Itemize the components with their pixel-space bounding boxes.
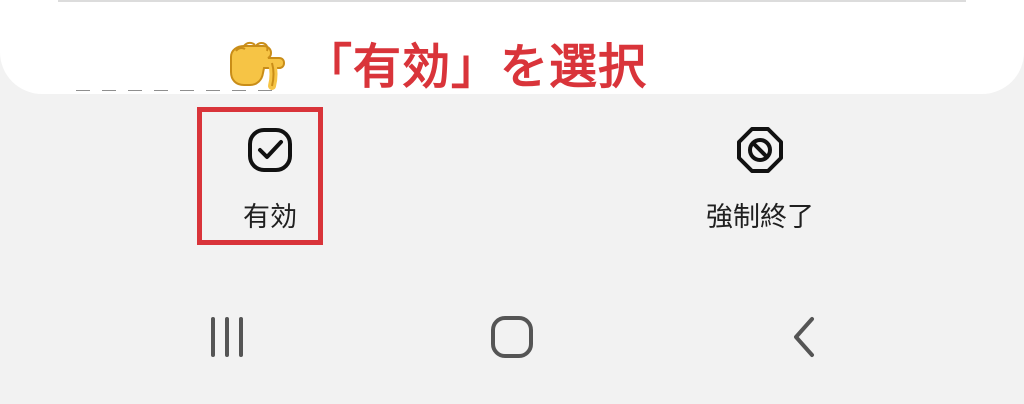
annotation-text: 「有効」を選択 (304, 39, 648, 95)
back-button[interactable] (760, 292, 850, 382)
recent-apps-icon (211, 317, 243, 357)
home-button[interactable] (467, 292, 557, 382)
block-icon (737, 127, 783, 173)
instruction-annotation: 「有効」を選択 (222, 36, 647, 98)
recent-apps-button[interactable] (182, 292, 272, 382)
enable-button-label: 有効 (243, 202, 297, 233)
home-icon (491, 316, 533, 358)
force-stop-button-label: 強制終了 (706, 202, 814, 233)
force-stop-button[interactable]: 強制終了 (680, 118, 840, 238)
pointing-hand-icon (230, 41, 286, 90)
check-square-icon (248, 128, 292, 172)
divider (58, 0, 966, 2)
back-icon (794, 317, 814, 357)
enable-button[interactable]: 有効 (190, 118, 350, 238)
